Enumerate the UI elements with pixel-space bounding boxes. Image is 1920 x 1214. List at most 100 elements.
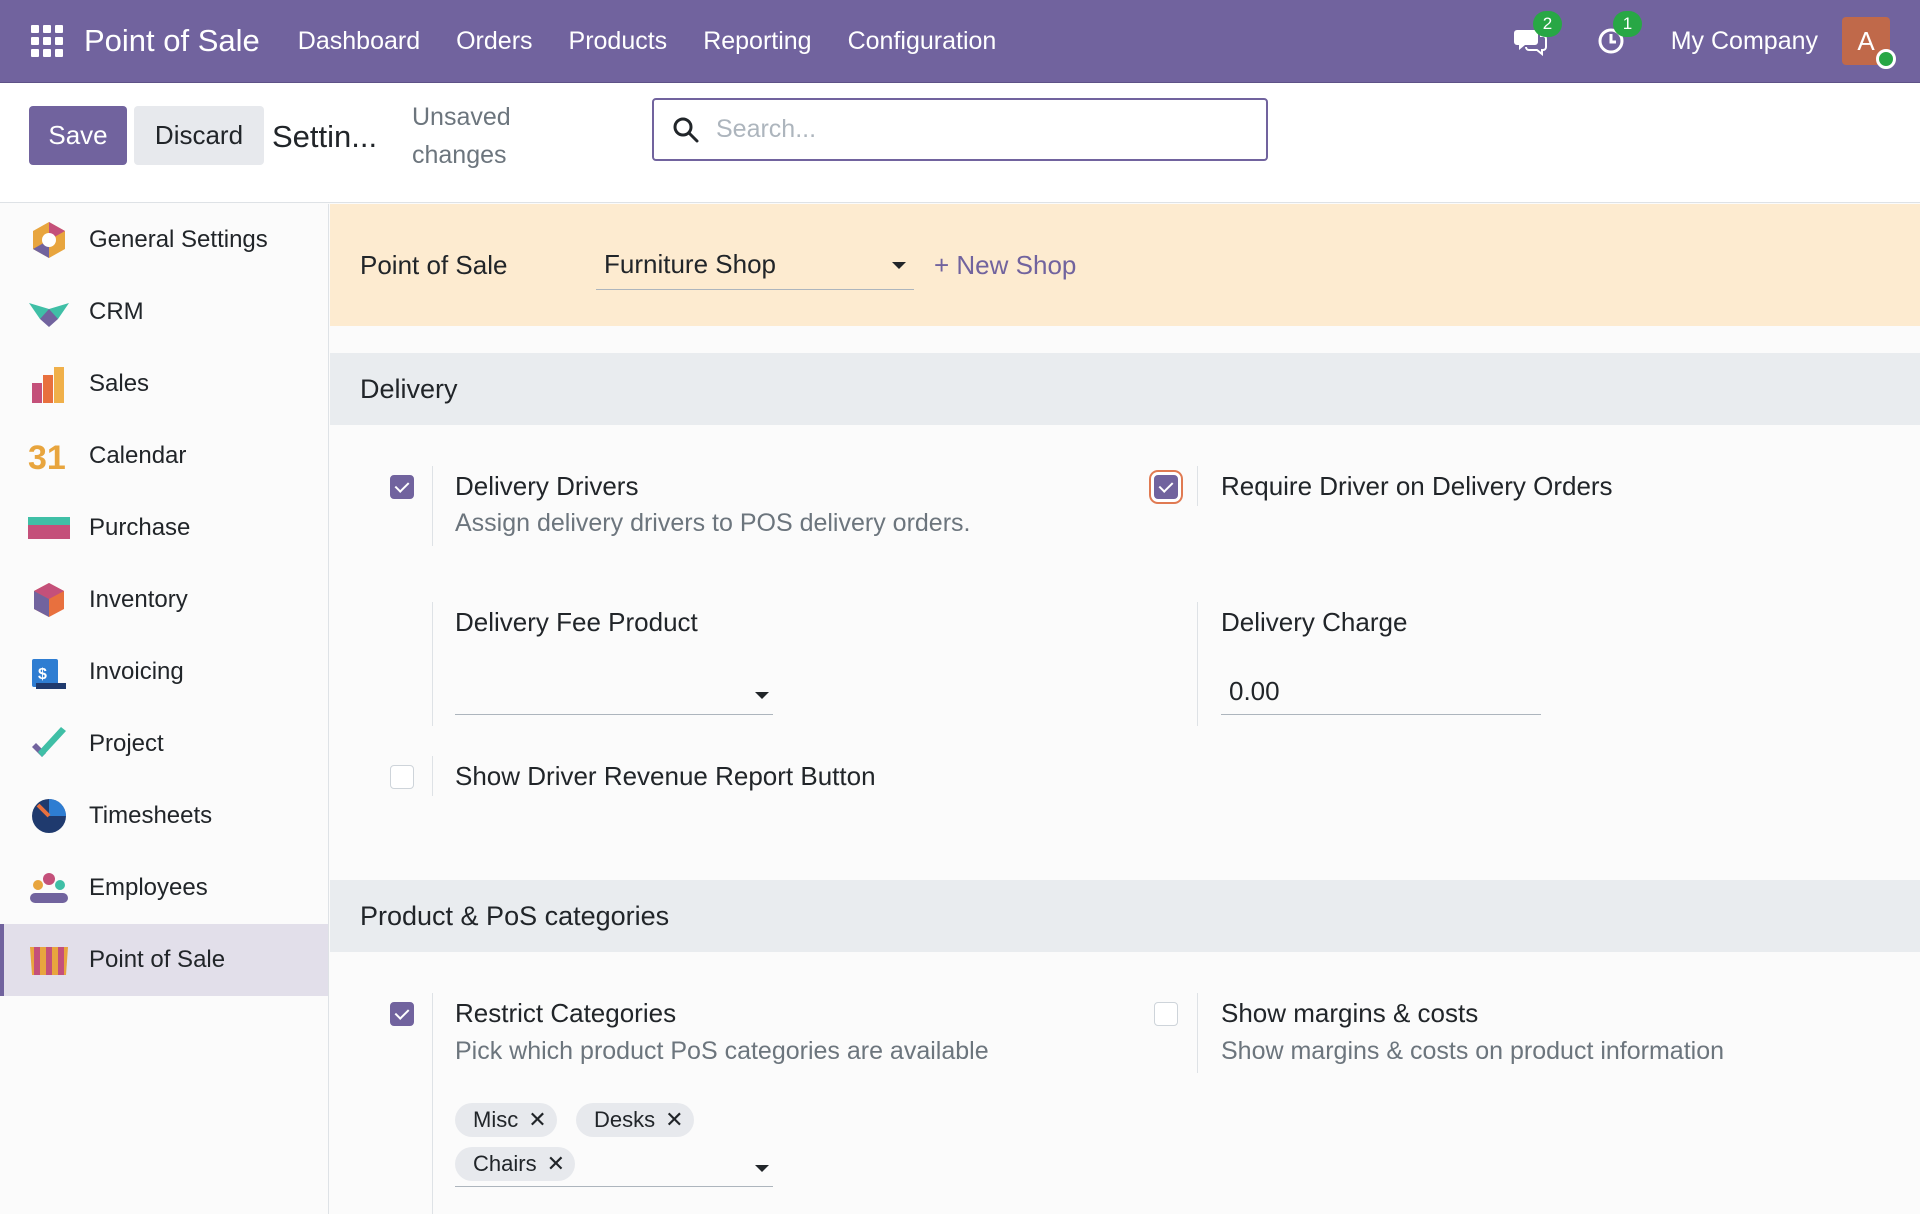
crm-icon [29, 303, 69, 327]
apps-menu-icon[interactable] [30, 24, 64, 58]
delivery-drivers-checkbox[interactable] [390, 475, 414, 499]
sidebar-item-inventory[interactable]: Inventory [0, 564, 328, 636]
timesheets-icon [32, 799, 66, 833]
sidebar-item-label: General Settings [89, 226, 268, 253]
sidebar-item-label: Sales [89, 370, 150, 397]
sidebar-item-point-of-sale[interactable]: Point of Sale [0, 924, 328, 996]
sidebar-item-label: Employees [89, 874, 208, 901]
menu-configuration[interactable]: Configuration [830, 27, 1015, 56]
messages-count-badge: 2 [1532, 11, 1563, 37]
divider [1197, 993, 1198, 1073]
require-driver-checkbox[interactable] [1154, 475, 1178, 499]
activities-count-badge: 1 [1612, 11, 1643, 37]
project-icon [32, 727, 66, 757]
sales-icon [32, 367, 64, 403]
delivery-drivers-title: Delivery Drivers [455, 471, 639, 501]
shop-select[interactable]: Furniture Shop [596, 240, 914, 290]
sidebar-item-label: Calendar [89, 442, 187, 469]
activities-button[interactable]: 1 [1591, 11, 1643, 61]
driver-revenue-report-checkbox[interactable] [390, 765, 414, 789]
search-box[interactable] [652, 98, 1268, 161]
delivery-charge-input[interactable]: 0.00 [1229, 676, 1280, 707]
sidebar-item-label: Inventory [89, 586, 188, 613]
search-icon [673, 117, 699, 142]
company-switcher[interactable]: My Company [1671, 27, 1818, 56]
sidebar-item-label: Invoicing [89, 658, 184, 685]
sidebar-item-employees[interactable]: Employees [0, 852, 328, 924]
delivery-drivers-desc: Assign delivery drivers to POS delivery … [455, 509, 971, 537]
menu-products[interactable]: Products [551, 27, 686, 56]
remove-tag-icon[interactable]: ✕ [665, 1107, 683, 1133]
show-margins-desc: Show margins & costs on product informat… [1221, 1037, 1725, 1065]
sidebar-item-label: CRM [89, 298, 144, 325]
sidebar-item-label: Timesheets [89, 802, 213, 829]
shop-select-value: Furniture Shop [604, 249, 776, 279]
divider [432, 993, 433, 1214]
field-underline [455, 1186, 773, 1187]
svg-text:31: 31 [28, 439, 66, 477]
menu-dashboard[interactable]: Dashboard [280, 27, 438, 56]
breadcrumb-title: Settin... [272, 119, 378, 154]
show-margins-checkbox[interactable] [1154, 1002, 1178, 1026]
field-underline [455, 714, 773, 715]
shop-selector-bar: Point of Sale Furniture Shop + New Shop [330, 204, 1920, 326]
sidebar-item-general-settings[interactable]: General Settings [0, 204, 328, 276]
remove-tag-icon[interactable]: ✕ [528, 1107, 546, 1133]
top-navbar: Point of Sale Dashboard Orders Products … [0, 0, 1920, 83]
divider [432, 602, 433, 726]
divider [432, 466, 433, 546]
restrict-categories-title: Restrict Categories [455, 998, 677, 1028]
delivery-fee-product-select[interactable] [455, 674, 773, 718]
chevron-down-icon [755, 692, 769, 699]
category-tag: Desks ✕ [576, 1103, 694, 1137]
menu-orders[interactable]: Orders [438, 27, 550, 56]
category-tag-label: Chairs [473, 1151, 537, 1176]
field-underline [1221, 714, 1541, 715]
main-menu: Dashboard Orders Products Reporting Conf… [280, 27, 1015, 56]
category-tag: Chairs ✕ [455, 1147, 576, 1181]
user-avatar[interactable]: A [1842, 17, 1896, 69]
category-tag-label: Misc [473, 1107, 519, 1132]
divider [1197, 466, 1198, 506]
divider [1197, 602, 1198, 726]
require-driver-title: Require Driver on Delivery Orders [1221, 471, 1613, 501]
invoicing-icon: $ [32, 659, 66, 689]
restrict-categories-checkbox[interactable] [390, 1002, 414, 1026]
menu-reporting[interactable]: Reporting [685, 27, 829, 56]
sidebar-item-label: Purchase [89, 514, 191, 541]
chevron-down-icon [892, 262, 906, 269]
avatar-initial: A [1857, 25, 1875, 56]
category-tag: Misc ✕ [455, 1103, 557, 1137]
sidebar-item-label: Point of Sale [89, 946, 226, 973]
systray: 2 1 My Company A [1511, 0, 1920, 82]
discard-button[interactable]: Discard [134, 106, 264, 165]
restrict-categories-desc: Pick which product PoS categories are av… [455, 1037, 989, 1065]
show-margins-title: Show margins & costs [1221, 998, 1479, 1028]
settings-content: Point of Sale Furniture Shop + New Shop … [330, 204, 1920, 1214]
sidebar-item-sales[interactable]: Sales [0, 348, 328, 420]
search-input[interactable] [716, 115, 1236, 144]
messages-button[interactable]: 2 [1511, 11, 1563, 61]
sidebar-item-invoicing[interactable]: $ Invoicing [0, 636, 328, 708]
sidebar-item-purchase[interactable]: Purchase [0, 492, 328, 564]
section-heading-product-pos-categories: Product & PoS categories [330, 880, 1920, 952]
sidebar-item-label: Project [89, 730, 164, 757]
sidebar-item-timesheets[interactable]: Timesheets [0, 780, 328, 852]
control-panel: Save Discard Settin... Unsaved changes [0, 83, 1920, 203]
save-button[interactable]: Save [29, 106, 127, 165]
purchase-icon [28, 517, 70, 539]
new-shop-button[interactable]: + New Shop [934, 250, 1076, 281]
divider [432, 756, 433, 796]
chevron-down-icon[interactable] [755, 1165, 769, 1172]
sidebar-item-project[interactable]: Project [0, 708, 328, 780]
category-tag-label: Desks [594, 1107, 656, 1132]
sidebar-item-calendar[interactable]: 31 Calendar [0, 420, 328, 492]
app-brand[interactable]: Point of Sale [84, 23, 260, 59]
unsaved-changes-indicator: Unsaved changes [412, 103, 511, 169]
online-status-icon [1876, 49, 1896, 69]
delivery-charge-title: Delivery Charge [1221, 607, 1408, 637]
employees-icon [30, 873, 68, 903]
remove-tag-icon[interactable]: ✕ [547, 1151, 565, 1177]
settings-sidebar: General Settings CRM Sales 31 Calendar P… [0, 204, 329, 1214]
sidebar-item-crm[interactable]: CRM [0, 276, 328, 348]
